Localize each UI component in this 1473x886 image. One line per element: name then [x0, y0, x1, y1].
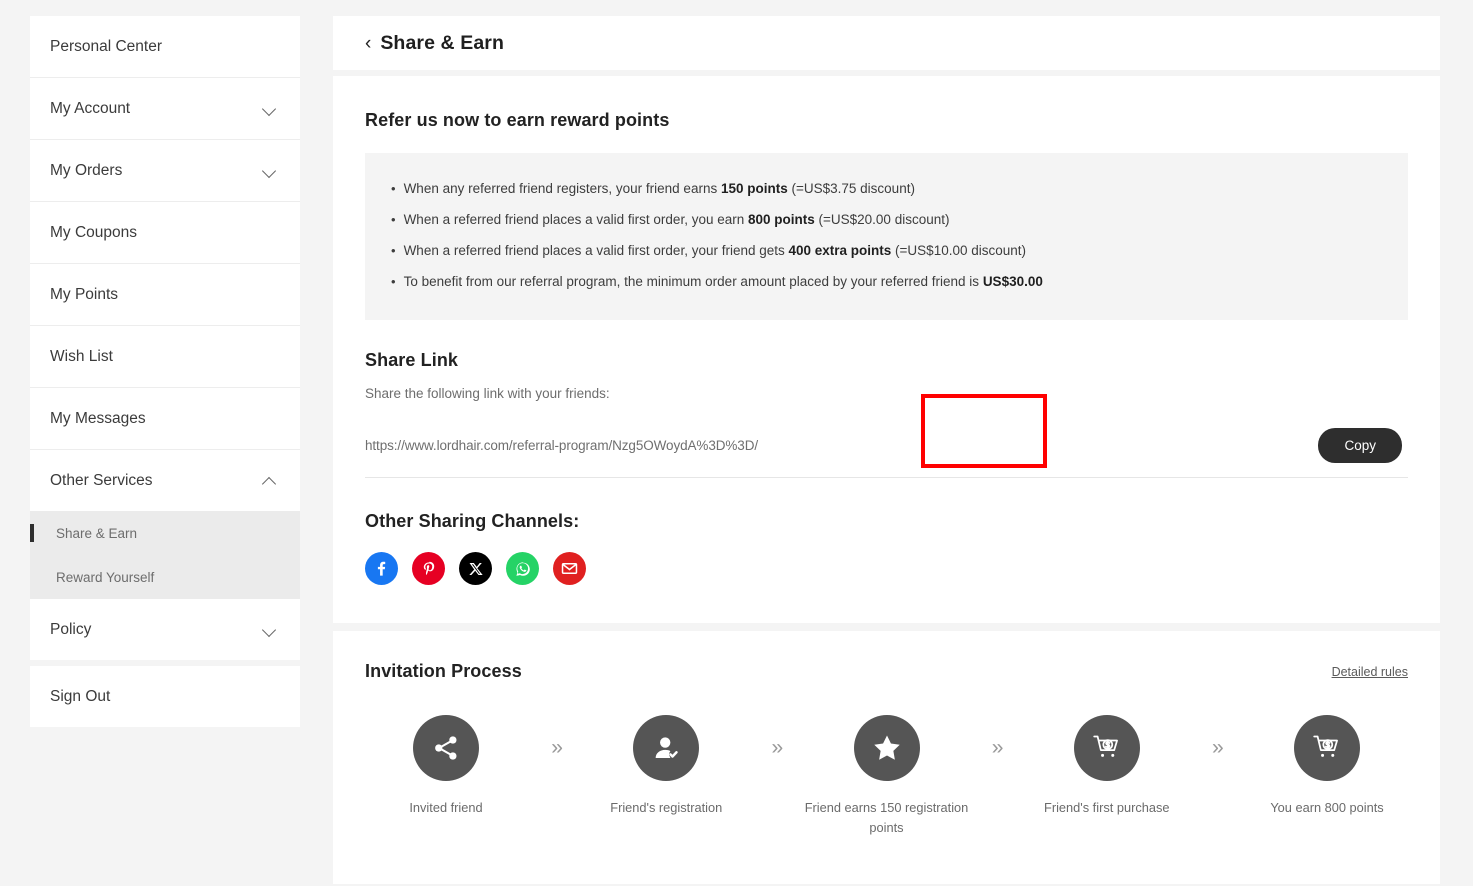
account-sidebar: Personal Center My Account My Orders My … — [30, 16, 300, 727]
rule-text-bold: 400 extra points — [788, 243, 892, 259]
invitation-step-label: Friend's first purchase — [1044, 800, 1170, 816]
reward-rule-item: • To benefit from our referral program, … — [391, 267, 1382, 298]
page-header: ‹ Share & Earn — [333, 16, 1440, 76]
sidebar-item-label: Policy — [50, 620, 92, 638]
rule-text-pre: When a referred friend places a valid fi… — [403, 243, 789, 259]
share-link-url[interactable]: https://www.lordhair.com/referral-progra… — [365, 438, 758, 453]
rule-text-bold: US$30.00 — [982, 274, 1043, 290]
sidebar-item-label: My Points — [50, 285, 119, 303]
sidebar-item-label: Sign Out — [50, 687, 111, 705]
rule-text-post: (=US$10.00 discount) — [891, 243, 1027, 259]
sidebar-item-label: My Account — [50, 99, 131, 117]
reward-rule-item: • When a referred friend places a valid … — [391, 236, 1382, 267]
rule-text-pre: To benefit from our referral program, th… — [403, 274, 983, 290]
sidebar-item-my-account[interactable]: My Account — [30, 78, 300, 139]
copy-button-highlight — [921, 394, 1047, 469]
bullet-icon: • — [391, 180, 396, 196]
chevron-up-icon — [263, 474, 276, 487]
sidebar-item-label: My Coupons — [50, 223, 138, 241]
step-arrow-icon: » — [991, 736, 1004, 760]
invitation-step-label: You earn 800 points — [1270, 800, 1384, 816]
sidebar-item-label: Other Services — [50, 471, 153, 489]
bullet-icon: • — [391, 211, 396, 227]
share-earn-card: ‹ Share & Earn Refer us now to earn rewa… — [333, 16, 1440, 624]
step-arrow-icon: » — [1212, 736, 1224, 760]
sidebar-item-label: My Orders — [50, 161, 123, 179]
invitation-steps: Invited friend » Friend's registration »… — [365, 715, 1408, 838]
invitation-process-card: Invitation Process Detailed rules Invite… — [333, 631, 1440, 885]
sidebar-item-my-orders[interactable]: My Orders — [30, 140, 300, 201]
share-earn-body: Refer us now to earn reward points • Whe… — [333, 76, 1440, 623]
invitation-step-label: Invited friend — [409, 800, 483, 816]
invitation-process-header: Invitation Process Detailed rules — [365, 661, 1408, 682]
sidebar-item-sign-out[interactable]: Sign Out — [30, 666, 300, 727]
page-title: Share & Earn — [380, 31, 504, 54]
x-twitter-icon[interactable] — [459, 552, 492, 586]
share-nodes-icon — [413, 715, 479, 782]
sidebar-item-label: My Messages — [50, 409, 146, 427]
sidebar-item-other-services[interactable]: Other Services — [30, 450, 300, 511]
sidebar-item-reward-yourself[interactable]: Reward Yourself — [30, 555, 300, 599]
chevron-down-icon — [263, 164, 276, 177]
sidebar-item-my-messages[interactable]: My Messages — [30, 388, 300, 449]
rule-text-post: (=US$20.00 discount) — [814, 211, 950, 227]
invitation-process-title: Invitation Process — [365, 661, 522, 682]
sidebar-item-policy[interactable]: Policy — [30, 599, 300, 660]
reward-rules-box: • When any referred friend registers, yo… — [365, 153, 1408, 321]
bullet-icon: • — [391, 274, 396, 290]
reward-rule-item: • When a referred friend places a valid … — [391, 204, 1382, 235]
chevron-down-icon — [263, 102, 276, 115]
refer-heading: Refer us now to earn reward points — [365, 110, 670, 130]
sidebar-item-label: Wish List — [50, 347, 113, 365]
sidebar-item-label: Share & Earn — [56, 525, 138, 541]
sidebar-item-personal-center[interactable]: Personal Center — [30, 16, 300, 77]
cart-dollar-icon — [1073, 715, 1140, 782]
pinterest-icon[interactable] — [412, 552, 445, 586]
detailed-rules-link[interactable]: Detailed rules — [1332, 665, 1408, 679]
invitation-step-label: Friend's registration — [610, 800, 723, 816]
rule-text-pre: When any referred friend registers, your… — [403, 180, 721, 196]
rule-text-bold: 800 points — [747, 211, 815, 227]
invitation-step-label: Friend earns 150 registration points — [804, 800, 969, 836]
sharing-channels-list — [365, 552, 1408, 586]
rule-text-bold: 150 points — [720, 180, 788, 196]
step-arrow-icon: » — [771, 736, 784, 760]
sidebar-item-label: Personal Center — [50, 37, 163, 55]
whatsapp-icon[interactable] — [506, 552, 539, 586]
sidebar-item-my-coupons[interactable]: My Coupons — [30, 202, 300, 263]
copy-button[interactable]: Copy — [1318, 428, 1402, 464]
invitation-step: Invited friend — [371, 715, 521, 818]
reward-rule-item: • When any referred friend registers, yo… — [391, 173, 1382, 204]
bullet-icon: • — [391, 243, 396, 259]
facebook-icon[interactable] — [365, 552, 398, 586]
invitation-step: You earn 800 points — [1252, 715, 1402, 818]
sidebar-item-label: Reward Yourself — [56, 569, 155, 585]
share-link-subtitle: Share the following link with your frien… — [365, 386, 610, 402]
sidebar-item-share-and-earn[interactable]: Share & Earn — [30, 511, 300, 555]
rule-text-pre: When a referred friend places a valid fi… — [403, 211, 748, 227]
main-content: ‹ Share & Earn Refer us now to earn rewa… — [333, 16, 1440, 885]
share-link-row: https://www.lordhair.com/referral-progra… — [365, 394, 1408, 479]
invitation-step: Friend earns 150 registration points — [805, 715, 968, 838]
invitation-step: Friend's first purchase — [1032, 715, 1182, 818]
rule-text-post: (=US$3.75 discount) — [787, 180, 915, 196]
chevron-left-icon[interactable]: ‹ — [365, 34, 371, 53]
sidebar-item-wish-list[interactable]: Wish List — [30, 326, 300, 387]
sidebar-item-my-points[interactable]: My Points — [30, 264, 300, 325]
email-icon[interactable] — [553, 552, 586, 586]
star-icon — [853, 715, 920, 782]
user-check-icon — [633, 715, 700, 782]
sharing-channels-heading: Other Sharing Channels: — [365, 511, 580, 532]
chevron-down-icon — [263, 623, 276, 636]
cart-dollar-icon — [1294, 715, 1360, 782]
share-link-heading: Share Link — [365, 350, 459, 371]
step-arrow-icon: » — [551, 736, 563, 760]
invitation-step: Friend's registration — [591, 715, 741, 818]
